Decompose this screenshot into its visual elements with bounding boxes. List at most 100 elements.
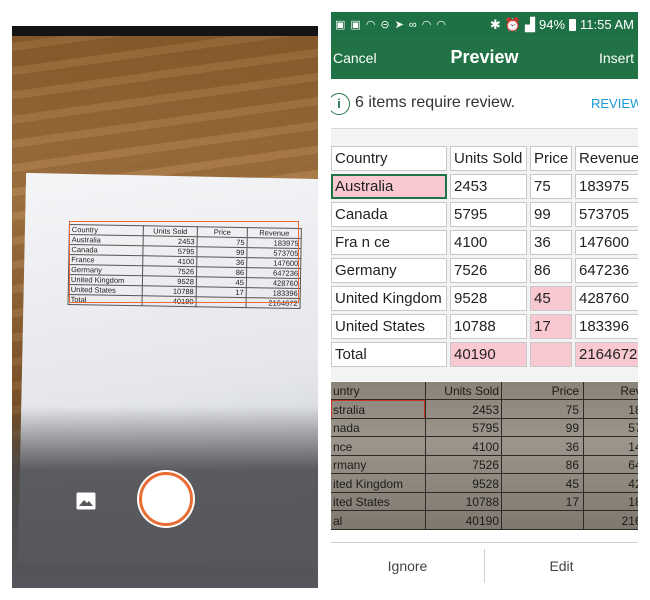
battery-percent: 94% — [539, 17, 566, 32]
status-bar: ▣ ▣ ◠ ⊝ ➤ ∞ ◠ ◠ ✱ ⏰ ▟ 94% 11:55 AM — [331, 12, 638, 37]
photo-cell: nce — [333, 439, 353, 454]
photo-row: ited States 10788 17 1833 — [331, 493, 638, 511]
grid-cell[interactable]: 36 — [530, 230, 572, 255]
grid-cell[interactable]: 17 — [530, 314, 572, 339]
photo-cell: 21648 — [621, 513, 638, 528]
grid-cell[interactable]: Fra n ce — [331, 230, 447, 255]
photo-cell: 1833 — [628, 495, 638, 509]
table-detection-frame — [69, 221, 299, 303]
grid-cell[interactable]: United Kingdom — [331, 286, 447, 311]
photo-cell: 86 — [565, 458, 579, 472]
photo-cell: 6472 — [628, 458, 638, 472]
grid-cell[interactable]: Canada — [331, 202, 447, 227]
grid-header-cell[interactable]: Country — [331, 146, 447, 171]
shutter-button[interactable] — [139, 472, 193, 526]
location-icon: ➤ — [394, 19, 404, 31]
photo-cell: 40190 — [465, 513, 499, 528]
info-icon: i — [331, 93, 350, 115]
grid-header-cell[interactable]: Units Sold — [450, 146, 527, 171]
review-button[interactable]: REVIEW — [591, 96, 638, 111]
grid-cell[interactable]: Total — [331, 342, 447, 367]
dnd-icon: ⊝ — [380, 19, 390, 31]
grid-cell[interactable]: 428760 — [575, 286, 638, 311]
photo-cell: 1476 — [628, 439, 638, 454]
notification-icon: ▣ — [335, 19, 346, 31]
grid-cell[interactable]: 647236 — [575, 258, 638, 283]
grid-cell[interactable]: 2453 — [450, 174, 527, 199]
photo-cell: al — [333, 513, 343, 528]
edit-button[interactable]: Edit — [485, 543, 638, 588]
photo-cell: 4287 — [628, 476, 638, 491]
photo-row: ited Kingdom 9528 45 4287 — [331, 475, 638, 493]
grid-header-cell[interactable]: Revenue — [575, 146, 638, 171]
grid-cell[interactable]: 45 — [530, 286, 572, 311]
photo-cell: 1839 — [628, 402, 638, 417]
photo-cell: stralia — [333, 402, 366, 417]
grid-header-cell[interactable]: Price — [530, 146, 572, 171]
battery-icon — [569, 18, 577, 31]
grid-cell[interactable]: 75 — [530, 174, 572, 199]
preview-screen: ▣ ▣ ◠ ⊝ ➤ ∞ ◠ ◠ ✱ ⏰ ▟ 94% 11:55 AM Cance… — [331, 12, 638, 588]
grid-cell[interactable]: 10788 — [450, 314, 527, 339]
grid-cell[interactable]: 5795 — [450, 202, 527, 227]
grid-cell[interactable]: United States — [331, 314, 447, 339]
photo-cell: untry — [333, 384, 360, 398]
photo-cell: ited States — [333, 495, 390, 509]
photo-cell — [503, 512, 579, 530]
photo-row: nce 4100 36 1476 — [331, 438, 638, 456]
grid-cell[interactable]: 7526 — [450, 258, 527, 283]
insert-button[interactable]: Insert — [599, 50, 634, 66]
review-message: 6 items require review. — [355, 94, 516, 111]
grid-cell[interactable]: 573705 — [575, 202, 638, 227]
photo-snippet: untry Units Sold Price Reven stralia 2453 75 18… — [331, 382, 638, 530]
photo-cell: Units Sold — [444, 384, 499, 398]
photo-cell: 10788 — [465, 495, 499, 509]
grid-cell[interactable]: 4100 — [450, 230, 527, 255]
photo-cell: 36 — [565, 439, 579, 454]
grid-cell[interactable]: 86 — [530, 258, 572, 283]
review-banner: i 6 items require review. REVIEW — [331, 79, 638, 129]
ignore-button[interactable]: Ignore — [331, 543, 484, 588]
photo-cell: 2453 — [472, 402, 499, 417]
grid-cell[interactable]: 183396 — [575, 314, 638, 339]
gallery-icon[interactable] — [76, 492, 96, 510]
photo-cell: nada — [333, 421, 360, 435]
clock: 11:55 AM — [580, 17, 634, 32]
photo-cell: 99 — [565, 421, 579, 435]
status-right: ✱ ⏰ ▟ 94% 11:55 AM — [490, 17, 634, 33]
photo-cell: 5737 — [628, 421, 638, 435]
grid-cell[interactable]: 2164672 — [575, 342, 638, 367]
photo-header-row: untry Units Sold Price Reven — [331, 382, 638, 400]
preview-grid: Country Units Sold Price Revenue Australia 24… — [331, 129, 638, 381]
page-title: Preview — [450, 47, 519, 67]
camera-viewfinder: Country Units Sold Price Revenue Australia 24… — [12, 26, 318, 588]
signal-icon: ▟ — [525, 16, 535, 32]
grid-cell[interactable]: 183975 — [575, 174, 638, 199]
photo-cell: 9528 — [472, 476, 499, 491]
photo-row: al 40190 21648 — [331, 512, 638, 530]
grid-cell[interactable]: 40190 — [450, 342, 527, 367]
photo-row: rmany 7526 86 6472 — [331, 456, 638, 474]
photo-row: nada 5795 99 5737 — [331, 419, 638, 437]
photo-cell: 5795 — [472, 421, 499, 435]
photo-cell: ited Kingdom — [333, 476, 404, 491]
photo-row: stralia 2453 75 1839 — [331, 401, 638, 419]
voicemail-icon: ∞ — [408, 18, 417, 31]
grid-cell[interactable]: Australia — [331, 174, 447, 199]
grid-cell[interactable]: Germany — [331, 258, 447, 283]
photo-cell: 17 — [565, 495, 579, 509]
grid-cell[interactable]: 9528 — [450, 286, 527, 311]
wifi-icon: ◠ — [436, 19, 446, 31]
grid-cell[interactable]: 99 — [530, 202, 572, 227]
photo-cell: 7526 — [472, 458, 499, 472]
app-header: Cancel Preview Insert — [331, 37, 638, 79]
grid-cell[interactable] — [530, 342, 572, 367]
wifi-icon: ◠ — [365, 19, 376, 31]
grid-cell[interactable]: 147600 — [575, 230, 638, 255]
photo-cell: 75 — [565, 402, 579, 417]
cancel-button[interactable]: Cancel — [333, 50, 377, 66]
action-bar: Ignore Edit — [331, 542, 638, 588]
photo-cell: Price — [551, 384, 579, 398]
wifi-icon: ◠ — [421, 19, 432, 31]
bluetooth-icon: ✱ — [489, 16, 501, 32]
